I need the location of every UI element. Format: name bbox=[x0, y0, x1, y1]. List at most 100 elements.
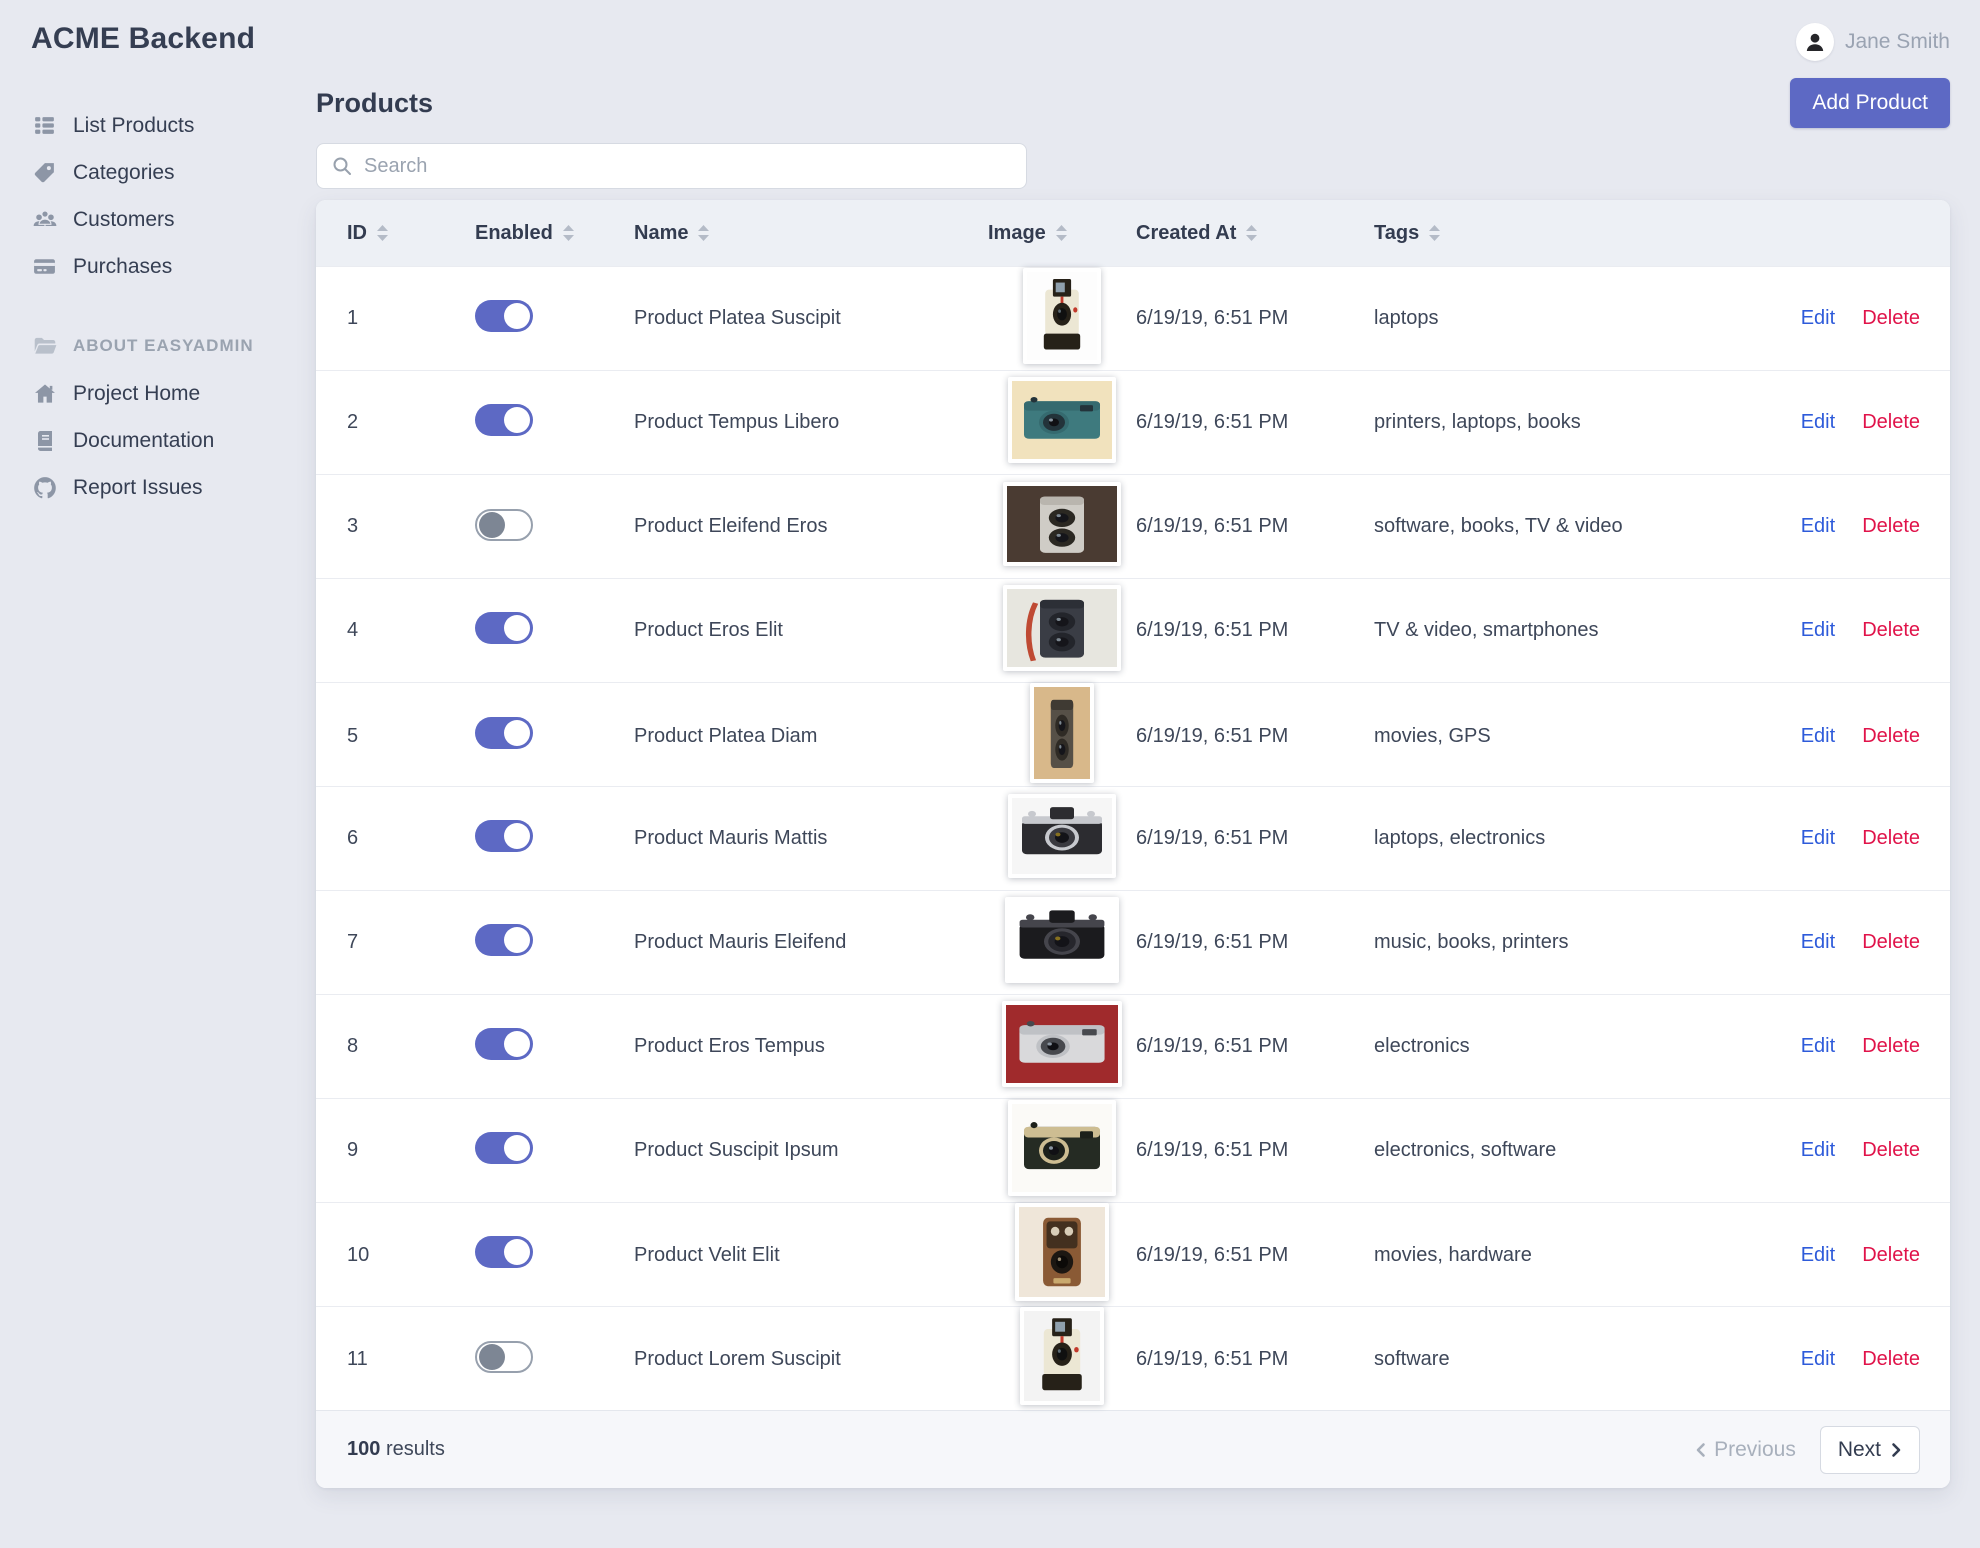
row-image-cell bbox=[1008, 1099, 1116, 1202]
sidebar-item-project-home[interactable]: Project Home bbox=[31, 370, 306, 417]
row-actions-cell: Edit Delete bbox=[1801, 1035, 1920, 1058]
row-created-cell: 6/19/19, 6:51 PM bbox=[1136, 1139, 1374, 1162]
column-header-id[interactable]: ID bbox=[347, 222, 475, 245]
edit-link[interactable]: Edit bbox=[1801, 515, 1835, 538]
toggle-knob bbox=[479, 1344, 505, 1370]
row-image-cell bbox=[1008, 376, 1116, 469]
sort-icon bbox=[377, 225, 388, 241]
toggle-knob bbox=[504, 302, 530, 329]
table-row: 7 Product Mauris Eleifend 6/19/19, 6:51 … bbox=[316, 890, 1950, 994]
row-name-cell: Product Eros Tempus bbox=[634, 1035, 988, 1058]
products-table: ID Enabled Name Image Created At Tags 1 … bbox=[316, 200, 1950, 1488]
toggle-knob bbox=[504, 1239, 530, 1265]
next-button[interactable]: Next bbox=[1819, 1425, 1920, 1474]
edit-link[interactable]: Edit bbox=[1801, 1139, 1835, 1162]
book-icon bbox=[31, 427, 58, 454]
enabled-toggle[interactable] bbox=[475, 1341, 533, 1373]
row-actions-cell: Edit Delete bbox=[1801, 931, 1920, 954]
enabled-toggle[interactable] bbox=[475, 819, 533, 852]
sidebar-item-label: Documentation bbox=[73, 428, 215, 452]
row-id: 7 bbox=[347, 931, 359, 953]
sidebar-item-customers[interactable]: Customers bbox=[31, 196, 306, 243]
edit-link[interactable]: Edit bbox=[1801, 931, 1835, 954]
row-tags: printers, laptops, books bbox=[1374, 411, 1581, 433]
enabled-toggle[interactable] bbox=[475, 508, 533, 541]
row-tags: software, books, TV & video bbox=[1374, 515, 1623, 537]
row-image-cell bbox=[1003, 481, 1121, 572]
row-tags-cell: laptops bbox=[1374, 307, 1754, 330]
row-tags: music, books, printers bbox=[1374, 931, 1569, 953]
delete-link[interactable]: Delete bbox=[1862, 931, 1920, 954]
row-tags: electronics bbox=[1374, 1035, 1470, 1057]
edit-link[interactable]: Edit bbox=[1801, 1035, 1835, 1058]
delete-link[interactable]: Delete bbox=[1862, 725, 1920, 748]
enabled-toggle[interactable] bbox=[475, 1027, 533, 1060]
row-name: Product Suscipit Ipsum bbox=[634, 1139, 839, 1161]
row-tags: movies, GPS bbox=[1374, 724, 1491, 747]
app-window: ACME Backend List Products Categories Cu… bbox=[0, 0, 1980, 1548]
edit-link[interactable]: Edit bbox=[1801, 1244, 1835, 1267]
edit-link[interactable]: Edit bbox=[1801, 827, 1835, 850]
delete-link[interactable]: Delete bbox=[1862, 1035, 1920, 1058]
row-tags-cell: software bbox=[1374, 1348, 1754, 1371]
row-created-at: 6/19/19, 6:51 PM bbox=[1136, 724, 1289, 747]
edit-link[interactable]: Edit bbox=[1801, 411, 1835, 434]
enabled-toggle[interactable] bbox=[475, 1131, 533, 1164]
sidebar-item-list-products[interactable]: List Products bbox=[31, 102, 306, 149]
row-created-at: 6/19/19, 6:51 PM bbox=[1136, 1035, 1289, 1057]
delete-link[interactable]: Delete bbox=[1862, 619, 1920, 642]
sidebar-item-categories[interactable]: Categories bbox=[31, 149, 306, 196]
delete-link[interactable]: Delete bbox=[1862, 411, 1920, 434]
delete-link[interactable]: Delete bbox=[1862, 515, 1920, 538]
edit-link[interactable]: Edit bbox=[1801, 307, 1835, 330]
brand-logo[interactable]: ACME Backend bbox=[31, 22, 306, 56]
delete-link[interactable]: Delete bbox=[1862, 307, 1920, 330]
table-header: ID Enabled Name Image Created At Tags bbox=[316, 200, 1950, 266]
row-created-cell: 6/19/19, 6:51 PM bbox=[1136, 619, 1374, 642]
enabled-toggle[interactable] bbox=[475, 717, 533, 749]
previous-button[interactable]: Previous bbox=[1695, 1438, 1796, 1462]
delete-link[interactable]: Delete bbox=[1862, 827, 1920, 850]
add-product-button[interactable]: Add Product bbox=[1790, 78, 1950, 128]
delete-link[interactable]: Delete bbox=[1862, 1139, 1920, 1162]
search-input[interactable] bbox=[316, 143, 1027, 189]
column-header-created-at[interactable]: Created At bbox=[1136, 222, 1374, 245]
row-name: Product Lorem Suscipit bbox=[634, 1347, 841, 1370]
table-row: 10 Product Velit Elit 6/19/19, 6:51 PM m… bbox=[316, 1202, 1950, 1306]
delete-link[interactable]: Delete bbox=[1862, 1244, 1920, 1267]
enabled-toggle[interactable] bbox=[475, 611, 533, 644]
enabled-toggle[interactable] bbox=[475, 403, 533, 436]
row-tags: laptops, electronics bbox=[1374, 827, 1546, 849]
edit-link[interactable]: Edit bbox=[1801, 725, 1835, 748]
table-row: 2 Product Tempus Libero 6/19/19, 6:51 PM… bbox=[316, 370, 1950, 474]
enabled-toggle[interactable] bbox=[475, 923, 533, 956]
sidebar-item-report-issues[interactable]: Report Issues bbox=[31, 464, 306, 511]
column-header-image[interactable]: Image bbox=[988, 222, 1136, 245]
toggle-knob bbox=[479, 511, 505, 538]
enabled-toggle[interactable] bbox=[475, 299, 533, 332]
row-created-cell: 6/19/19, 6:51 PM bbox=[1136, 1348, 1374, 1371]
user-menu[interactable]: Jane Smith bbox=[316, 22, 1950, 62]
product-image bbox=[1008, 793, 1116, 878]
sidebar-item-documentation[interactable]: Documentation bbox=[31, 417, 306, 464]
delete-link[interactable]: Delete bbox=[1862, 1348, 1920, 1371]
sort-icon bbox=[1055, 225, 1067, 241]
row-name-cell: Product Lorem Suscipit bbox=[634, 1348, 988, 1371]
search-box bbox=[316, 143, 1027, 189]
row-name: Product Eros Elit bbox=[634, 619, 783, 641]
row-name-cell: Product Eros Elit bbox=[634, 619, 988, 642]
github-icon bbox=[31, 474, 58, 501]
column-header-tags[interactable]: Tags bbox=[1374, 222, 1754, 245]
enabled-toggle[interactable] bbox=[475, 1236, 533, 1268]
edit-link[interactable]: Edit bbox=[1801, 1348, 1835, 1371]
edit-link[interactable]: Edit bbox=[1801, 619, 1835, 642]
sidebar-item-label: Report Issues bbox=[73, 475, 203, 499]
row-name-cell: Product Platea Suscipit bbox=[634, 307, 988, 330]
column-header-name[interactable]: Name bbox=[634, 222, 988, 245]
sidebar-item-purchases[interactable]: Purchases bbox=[31, 243, 306, 290]
row-tags-cell: printers, laptops, books bbox=[1374, 411, 1754, 434]
row-id-cell: 8 bbox=[347, 1035, 475, 1058]
row-tags-cell: music, books, printers bbox=[1374, 931, 1754, 954]
row-tags-cell: movies, GPS bbox=[1374, 725, 1754, 748]
column-header-enabled[interactable]: Enabled bbox=[475, 222, 634, 245]
